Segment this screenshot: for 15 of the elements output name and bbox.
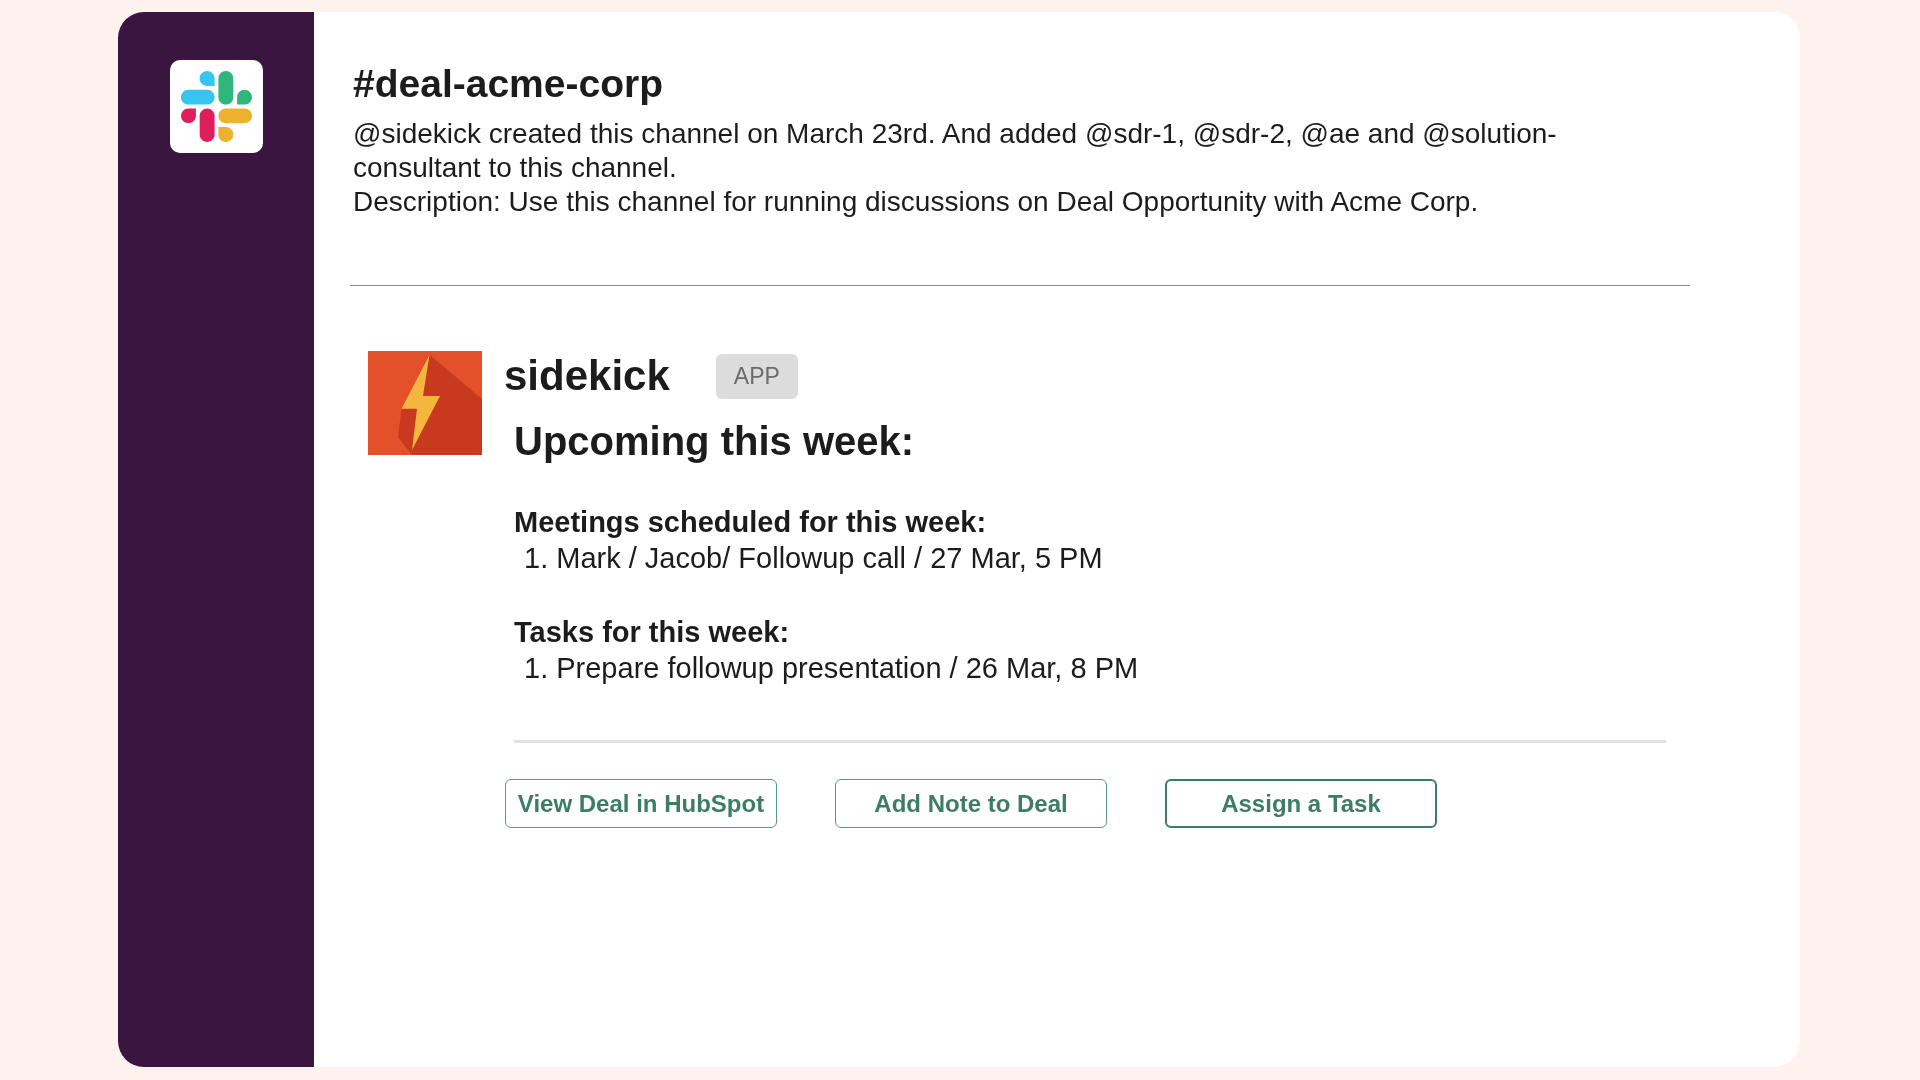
channel-intro: @sidekick created this channel on March 23rd. And added @sdr-1, @sdr-2, @ae and @solution-consultant to this channel.	[353, 117, 1558, 185]
section-title: Tasks for this week:	[514, 615, 790, 650]
channel-description: Description: Use this channel for running discussions on Deal Opportunity with Acme Corp.	[353, 185, 1480, 219]
lightning-bolt-avatar-icon	[368, 351, 482, 455]
sender-name: sidekick	[504, 351, 670, 401]
message-heading: Upcoming this week:	[514, 418, 915, 465]
action-button[interactable]: Add Note to Deal	[835, 779, 1107, 828]
app-badge: APP	[715, 353, 798, 399]
section-title: Meetings scheduled for this week:	[514, 505, 987, 540]
list-item: 1. Mark / Jacob/ Followup call / 27 Mar, 5 PM	[523, 541, 1103, 576]
list-item: 1. Prepare followup presentation / 26 Mar, 8 PM	[523, 651, 1139, 686]
action-button[interactable]: View Deal in HubSpot	[505, 779, 777, 828]
four-color-logo-icon[interactable]	[169, 60, 263, 153]
action-button[interactable]: Assign a Task	[1165, 779, 1437, 828]
channel-title: #deal-acme-corp	[353, 61, 663, 107]
